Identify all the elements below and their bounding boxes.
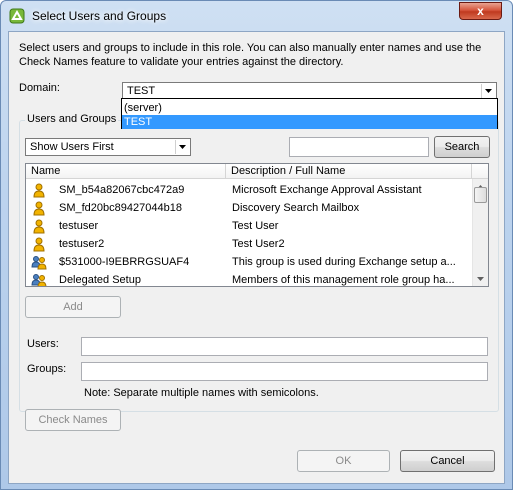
- list-item-name: Delegated Setup: [59, 274, 141, 286]
- domain-dropdown-list[interactable]: (server) TEST: [121, 98, 498, 129]
- search-input[interactable]: [289, 137, 429, 157]
- close-button[interactable]: x: [459, 2, 502, 20]
- list-header: Name Description / Full Name: [26, 164, 488, 179]
- list-item[interactable]: testuser2 Test User2: [26, 235, 472, 253]
- check-names-button[interactable]: Check Names: [25, 409, 121, 431]
- app-logo-icon: [9, 8, 25, 24]
- close-icon: x: [477, 4, 484, 18]
- domain-option-server[interactable]: (server): [122, 101, 497, 115]
- list-item-name: testuser2: [59, 238, 105, 250]
- separator-note: Note: Separate multiple names with semic…: [84, 387, 319, 399]
- vertical-scrollbar[interactable]: [472, 179, 488, 286]
- users-label: Users:: [27, 338, 59, 350]
- cancel-button[interactable]: Cancel: [400, 450, 495, 472]
- list-item-description: This group is used during Exchange setup…: [232, 256, 456, 268]
- window-title: Select Users and Groups: [32, 9, 167, 23]
- list-item[interactable]: SM_fd20bc89427044b18 Discovery Search Ma…: [26, 199, 472, 217]
- groups-label: Groups:: [27, 363, 67, 375]
- list-item-description: Members of this management role group ha…: [232, 274, 455, 286]
- users-groups-list[interactable]: Name Description / Full Name SM_b54a8206…: [25, 163, 489, 287]
- chevron-down-icon[interactable]: [175, 140, 189, 154]
- list-item-name: testuser: [59, 220, 99, 232]
- list-item[interactable]: Delegated Setup Members of this manageme…: [26, 271, 472, 286]
- user-icon: [33, 237, 45, 252]
- ok-button[interactable]: OK: [297, 450, 390, 472]
- search-button[interactable]: Search: [434, 136, 490, 158]
- show-filter-value: Show Users First: [30, 141, 114, 153]
- instructions-text: Select users and groups to include in th…: [19, 42, 482, 68]
- chevron-down-icon[interactable]: [481, 84, 495, 98]
- list-item-description: Test User: [232, 220, 279, 232]
- list-item[interactable]: SM_b54a82067cbc472a9 Microsoft Exchange …: [26, 181, 472, 199]
- column-header-description[interactable]: Description / Full Name: [226, 164, 472, 179]
- domain-label: Domain:: [19, 82, 60, 94]
- group-icon: [31, 256, 47, 270]
- user-icon: [33, 183, 45, 198]
- list-item-description: Microsoft Exchange Approval Assistant: [232, 184, 422, 196]
- user-icon: [33, 201, 45, 216]
- list-item-description: Test User2: [232, 238, 285, 250]
- scroll-down-icon[interactable]: [473, 271, 488, 286]
- list-item[interactable]: $531000-I9EBRRGSUAF4 This group is used …: [26, 253, 472, 271]
- column-header-name[interactable]: Name: [26, 164, 226, 179]
- add-button[interactable]: Add: [25, 296, 121, 318]
- list-item-name: SM_b54a82067cbc472a9: [59, 184, 185, 196]
- dialog-window: Select Users and Groups x Select users a…: [0, 0, 513, 490]
- list-item-name: SM_fd20bc89427044b18: [59, 202, 182, 214]
- users-input[interactable]: [81, 337, 488, 356]
- users-and-groups-legend: Users and Groups: [25, 113, 119, 125]
- title-bar[interactable]: Select Users and Groups x: [1, 1, 512, 31]
- groups-input[interactable]: [81, 362, 488, 381]
- list-item[interactable]: testuser Test User: [26, 217, 472, 235]
- user-icon: [33, 219, 45, 234]
- show-filter-select[interactable]: Show Users First: [25, 138, 191, 156]
- group-icon: [31, 274, 47, 286]
- domain-option-test[interactable]: TEST: [122, 115, 497, 129]
- scroll-thumb[interactable]: [474, 187, 487, 203]
- list-item-name: $531000-I9EBRRGSUAF4: [59, 256, 190, 268]
- list-item-description: Discovery Search Mailbox: [232, 202, 360, 214]
- domain-value: TEST: [127, 85, 156, 97]
